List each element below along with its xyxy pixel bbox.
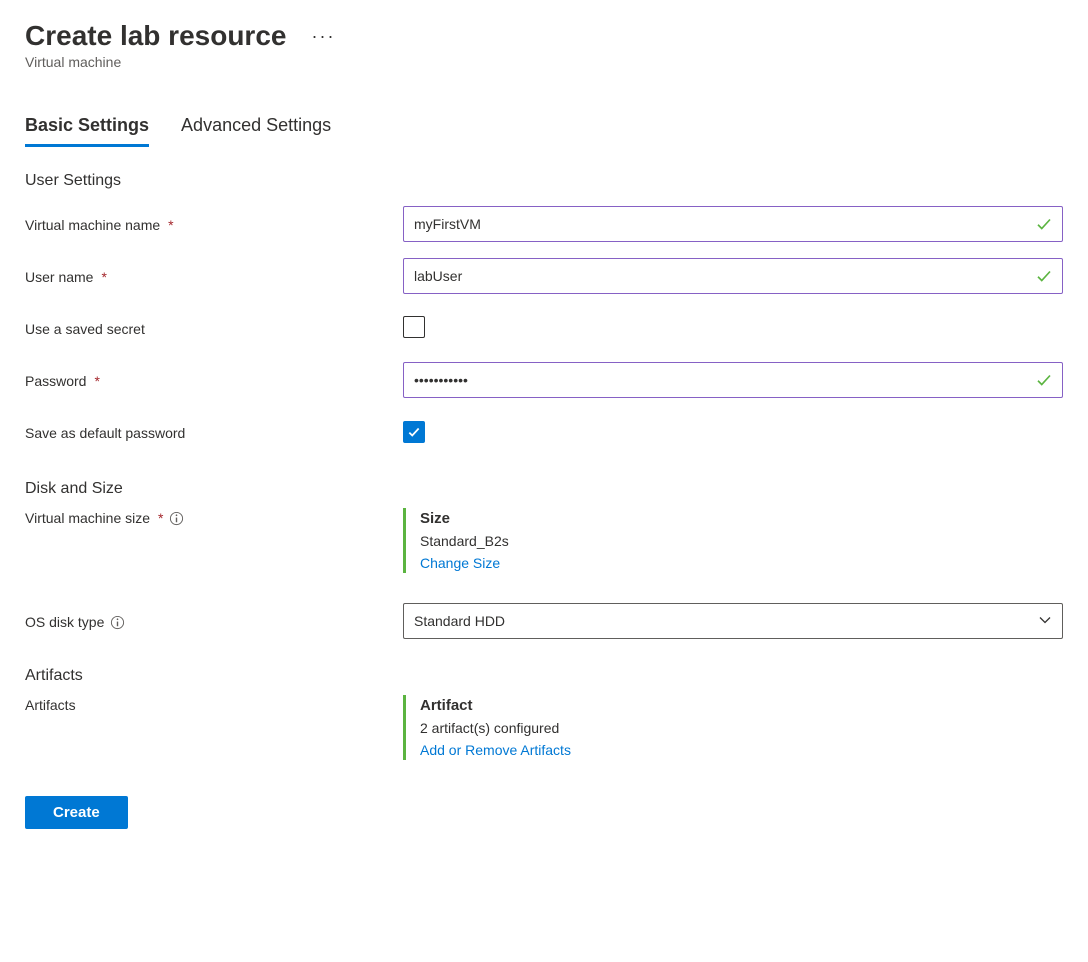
save-default-label: Save as default password [25, 423, 403, 441]
artifacts-value: 2 artifact(s) configured [420, 720, 1063, 736]
page-title: Create lab resource [25, 20, 286, 52]
page-subtitle: Virtual machine [25, 54, 1063, 70]
user-name-input[interactable] [403, 258, 1063, 294]
artifacts-label: Artifacts [25, 695, 403, 713]
more-actions-icon[interactable]: ··· [311, 27, 335, 45]
required-star-icon: * [94, 373, 99, 389]
required-star-icon: * [158, 510, 163, 526]
add-remove-artifacts-link[interactable]: Add or Remove Artifacts [420, 742, 1063, 758]
create-button[interactable]: Create [25, 796, 128, 829]
vm-size-title: Size [420, 510, 1063, 527]
section-user-settings: User Settings [25, 172, 1063, 190]
password-input[interactable] [403, 362, 1063, 398]
saved-secret-label: Use a saved secret [25, 319, 403, 337]
save-default-checkbox[interactable] [403, 421, 425, 443]
saved-secret-checkbox[interactable] [403, 316, 425, 338]
os-disk-value: Standard HDD [414, 613, 505, 629]
tab-basic-settings[interactable]: Basic Settings [25, 115, 149, 147]
section-artifacts: Artifacts [25, 667, 1063, 685]
vm-size-label: Virtual machine size* [25, 508, 403, 526]
password-label: Password* [25, 371, 403, 389]
tabs: Basic Settings Advanced Settings [25, 115, 1063, 148]
artifacts-block: Artifact 2 artifact(s) configured Add or… [403, 695, 1063, 760]
vm-size-block: Size Standard_B2s Change Size [403, 508, 1063, 573]
vm-size-value: Standard_B2s [420, 533, 1063, 549]
required-star-icon: * [101, 269, 106, 285]
user-name-label: User name* [25, 267, 403, 285]
section-disk-size: Disk and Size [25, 480, 1063, 498]
vm-name-label: Virtual machine name* [25, 215, 403, 233]
info-icon[interactable] [169, 511, 184, 526]
tab-advanced-settings[interactable]: Advanced Settings [181, 115, 331, 147]
os-disk-label: OS disk type [25, 612, 403, 630]
required-star-icon: * [168, 217, 173, 233]
os-disk-select[interactable]: Standard HDD [403, 603, 1063, 639]
artifacts-title: Artifact [420, 697, 1063, 714]
change-size-link[interactable]: Change Size [420, 555, 1063, 571]
info-icon[interactable] [110, 615, 125, 630]
vm-name-input[interactable] [403, 206, 1063, 242]
